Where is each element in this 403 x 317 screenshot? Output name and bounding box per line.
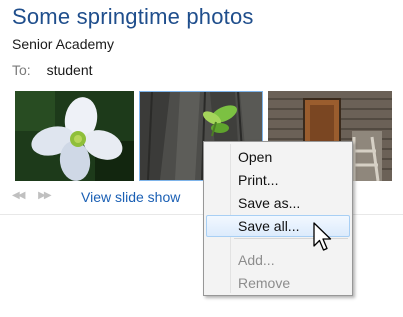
menu-item-label: Print...	[238, 172, 279, 188]
message-subject: Some springtime photos	[12, 4, 254, 29]
menu-item-label: Add...	[238, 252, 275, 268]
sender-name: Senior Academy	[12, 36, 114, 52]
menu-item-label: Remove	[238, 275, 291, 291]
photo-thumbnail-dogwood[interactable]	[15, 91, 134, 181]
menu-item-open[interactable]: Open	[206, 146, 350, 168]
slideshow-navigation: ◀◀ ▶▶	[12, 190, 64, 201]
recipient-name[interactable]: student	[47, 62, 93, 78]
previous-icon[interactable]: ◀◀	[12, 190, 25, 201]
menu-item-label: Save all...	[238, 218, 300, 234]
recipient-row: To: student	[12, 62, 93, 78]
menu-item-print[interactable]: Print...	[206, 169, 350, 191]
menu-item-label: Save as...	[238, 195, 301, 211]
mouse-pointer-icon	[313, 222, 335, 259]
menu-item-save-as[interactable]: Save as...	[206, 192, 350, 214]
context-menu: Open Print... Save as... Save all... Add…	[203, 141, 353, 296]
view-slide-show-link[interactable]: View slide show	[81, 189, 180, 205]
menu-item-label: Open	[238, 149, 273, 165]
to-label: To:	[12, 62, 31, 78]
menu-item-remove: Remove	[206, 272, 350, 294]
next-icon[interactable]: ▶▶	[38, 190, 51, 201]
